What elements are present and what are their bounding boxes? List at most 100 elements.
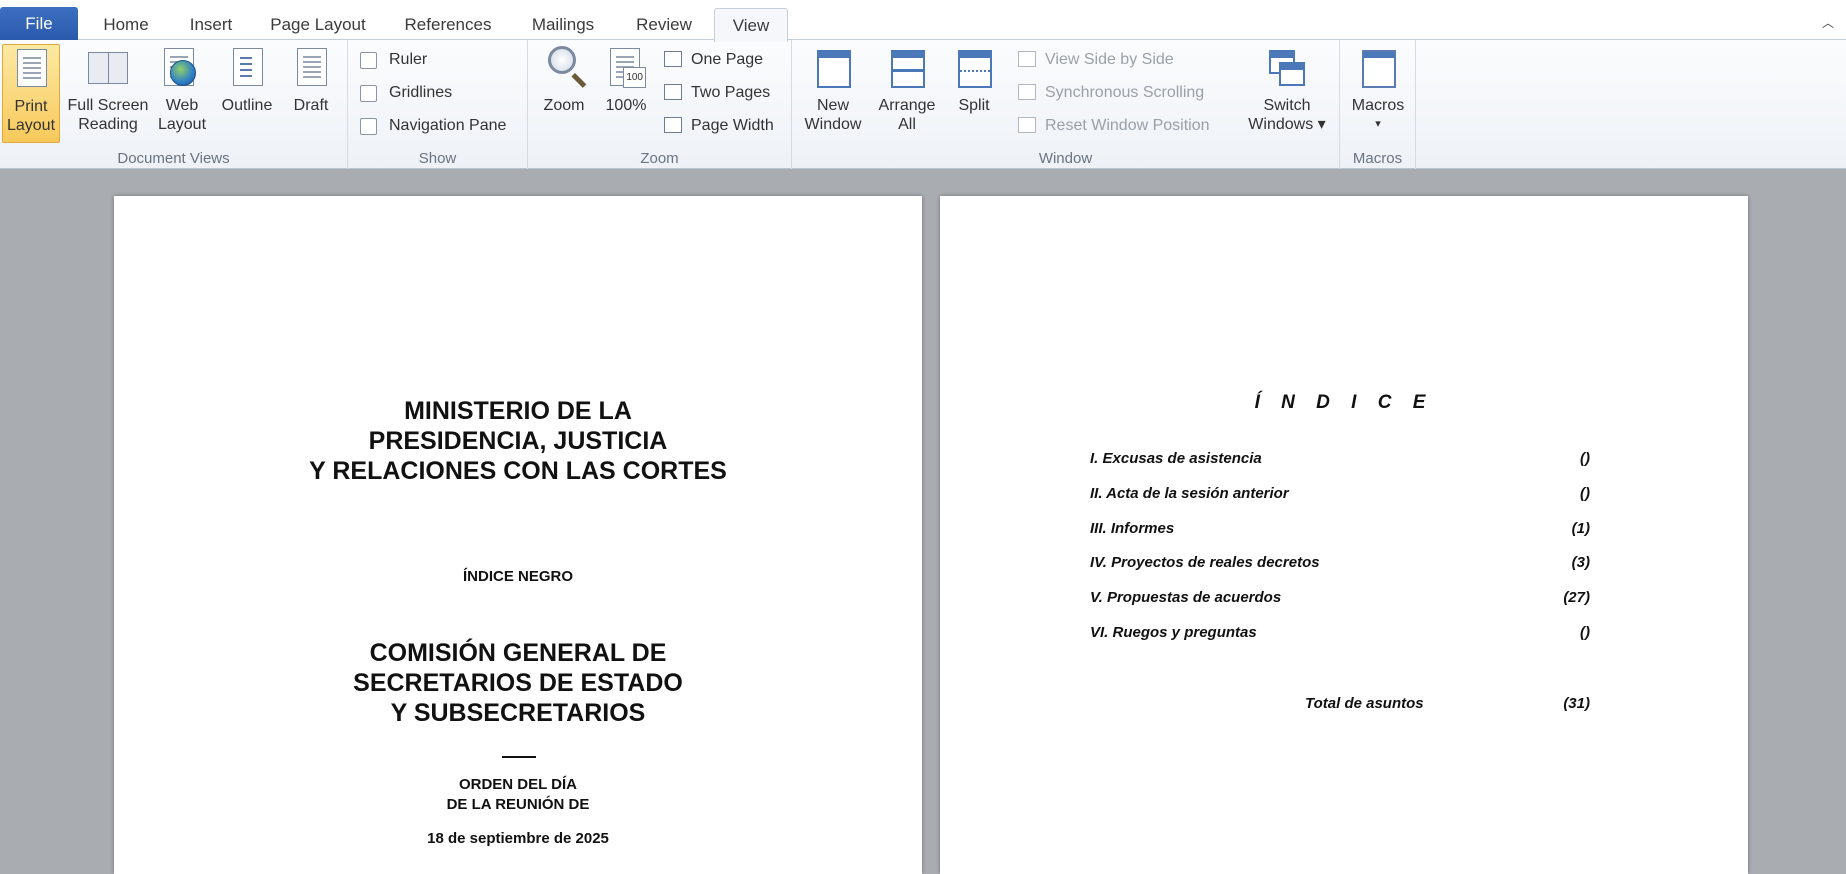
macros-icon <box>1356 46 1400 90</box>
synchronous-scrolling-label: Synchronous Scrolling <box>1045 84 1205 101</box>
one-page-button[interactable]: One Page <box>664 47 763 73</box>
zoom-icon <box>542 46 586 90</box>
total-label: Total de asuntos <box>1305 695 1424 712</box>
ribbon-tab-bar: File Home Insert Page Layout References … <box>0 0 1846 42</box>
toc-label: VI. Ruegos y preguntas <box>1090 624 1257 641</box>
view-side-by-side-icon <box>1018 51 1038 69</box>
toc-count: () <box>1580 485 1590 502</box>
tab-insert[interactable]: Insert <box>176 8 246 40</box>
toc-count: (1) <box>1571 520 1590 537</box>
one-page-label: One Page <box>691 51 764 68</box>
gridlines-checkbox[interactable]: Gridlines <box>360 80 452 106</box>
document-page-2[interactable]: Í N D I C E I. Excusas de asistencia () … <box>940 196 1748 874</box>
new-window-label-1: New <box>816 97 849 114</box>
tab-mailings[interactable]: Mailings <box>522 8 604 40</box>
tab-file[interactable]: File <box>0 7 78 40</box>
ruler-checkbox-box[interactable] <box>360 51 377 69</box>
view-side-by-side-label: View Side by Side <box>1045 51 1174 68</box>
new-window-label-2: Window <box>804 116 862 133</box>
page-width-button[interactable]: Page Width <box>664 113 774 139</box>
total-count: (31) <box>1563 695 1590 712</box>
toc-row: III. Informes (1) <box>1090 520 1590 542</box>
print-layout-icon <box>9 47 53 91</box>
synchronous-scrolling-button[interactable]: Synchronous Scrolling <box>1018 80 1204 106</box>
tab-review[interactable]: Review <box>624 8 704 40</box>
navigation-pane-checkbox-box[interactable] <box>360 117 377 135</box>
switch-windows-button[interactable]: Switch Windows ▾ <box>1242 44 1332 134</box>
toc-row: II. Acta de la sesión anterior () <box>1090 485 1590 507</box>
new-window-button[interactable]: New Window <box>798 44 868 134</box>
toc-count: (27) <box>1563 589 1590 606</box>
two-pages-button[interactable]: Two Pages <box>664 80 770 106</box>
ruler-checkbox[interactable]: Ruler <box>360 47 427 73</box>
gridlines-checkbox-box[interactable] <box>360 84 377 102</box>
collapse-ribbon-icon[interactable]: ︿ <box>1822 14 1836 30</box>
commission-title-line-2: SECRETARIOS DE ESTADO <box>353 669 683 697</box>
full-screen-label-2: Reading <box>78 116 138 133</box>
group-window: New Window Arrange All Split View Side b… <box>792 40 1340 169</box>
commission-title-line-1: COMISIÓN GENERAL DE <box>369 639 667 667</box>
split-icon <box>952 46 996 90</box>
toc-label: I. Excusas de asistencia <box>1090 450 1262 467</box>
zoom-button[interactable]: Zoom <box>534 44 594 115</box>
toc-row: V. Propuestas de acuerdos (27) <box>1090 589 1590 611</box>
outline-button[interactable]: Outline <box>214 44 280 115</box>
tab-view[interactable]: View <box>714 8 788 42</box>
view-side-by-side-button[interactable]: View Side by Side <box>1018 47 1174 73</box>
reset-window-position-button[interactable]: Reset Window Position <box>1018 113 1210 139</box>
gridlines-label: Gridlines <box>389 84 453 101</box>
toc-label: V. Propuestas de acuerdos <box>1090 589 1282 606</box>
tab-page-layout[interactable]: Page Layout <box>262 8 374 40</box>
orden-line-1: ORDEN DEL DÍA <box>458 776 578 793</box>
navigation-pane-label: Navigation Pane <box>389 117 507 134</box>
group-document-views: Print Layout Full Screen Reading Web Lay… <box>0 40 348 169</box>
outline-label: Outline <box>221 97 273 114</box>
two-pages-label: Two Pages <box>691 84 771 101</box>
split-label: Split <box>958 97 990 114</box>
zoom-label: Zoom <box>543 97 585 114</box>
draft-button[interactable]: Draft <box>284 44 338 115</box>
group-label-window: Window <box>1038 150 1093 167</box>
print-layout-button[interactable]: Print Layout <box>2 44 60 143</box>
print-layout-label-1: Print <box>14 98 48 115</box>
switch-windows-label-2: Windows ▾ <box>1248 116 1326 133</box>
toc-total-row: Total de asuntos (31) <box>1090 695 1590 717</box>
meeting-date: 18 de septiembre de 2025 <box>427 830 609 847</box>
outline-icon <box>225 46 269 90</box>
ribbon-view: Print Layout Full Screen Reading Web Lay… <box>0 40 1846 169</box>
indice-negro-heading: ÍNDICE NEGRO <box>462 568 573 585</box>
toc-row: I. Excusas de asistencia () <box>1090 450 1590 472</box>
navigation-pane-checkbox[interactable]: Navigation Pane <box>360 113 506 139</box>
group-label-zoom: Zoom <box>640 150 679 167</box>
full-screen-label-1: Full Screen <box>67 97 149 114</box>
draft-label: Draft <box>293 97 329 114</box>
web-layout-label-2: Layout <box>157 116 207 133</box>
reset-window-position-icon <box>1018 117 1038 135</box>
toc-label: IV. Proyectos de reales decretos <box>1090 554 1320 571</box>
page-width-label: Page Width <box>691 117 774 134</box>
group-label-document-views: Document Views <box>117 150 230 167</box>
split-button[interactable]: Split <box>946 44 1002 115</box>
orden-line-2: DE LA REUNIÓN DE <box>446 796 590 813</box>
macros-button[interactable]: Macros ▾ <box>1346 44 1410 134</box>
indice-heading: Í N D I C E <box>1254 392 1434 413</box>
macros-label: Macros <box>1351 97 1405 114</box>
switch-windows-label-1: Switch <box>1263 97 1311 114</box>
web-layout-button[interactable]: Web Layout <box>154 44 210 134</box>
new-window-icon <box>811 46 855 90</box>
group-show: Ruler Gridlines Navigation Pane Show <box>348 40 528 169</box>
zoom-100-button[interactable]: 100 100% <box>600 44 652 115</box>
tab-references[interactable]: References <box>394 8 502 40</box>
document-page-1[interactable]: MINISTERIO DE LA PRESIDENCIA, JUSTICIA Y… <box>114 196 922 874</box>
full-screen-reading-button[interactable]: Full Screen Reading <box>64 44 152 134</box>
web-layout-label-1: Web <box>165 97 199 114</box>
tab-home[interactable]: Home <box>92 8 160 40</box>
arrange-all-button[interactable]: Arrange All <box>872 44 942 134</box>
draft-icon <box>289 46 333 90</box>
toc-row: IV. Proyectos de reales decretos (3) <box>1090 554 1590 576</box>
toc-count: () <box>1580 624 1590 641</box>
group-label-macros: Macros <box>1352 150 1403 167</box>
ministry-title-line-1: MINISTERIO DE LA <box>404 397 632 425</box>
macros-dropdown-arrow-icon[interactable]: ▾ <box>1346 115 1410 134</box>
print-layout-label-2: Layout <box>6 117 56 134</box>
